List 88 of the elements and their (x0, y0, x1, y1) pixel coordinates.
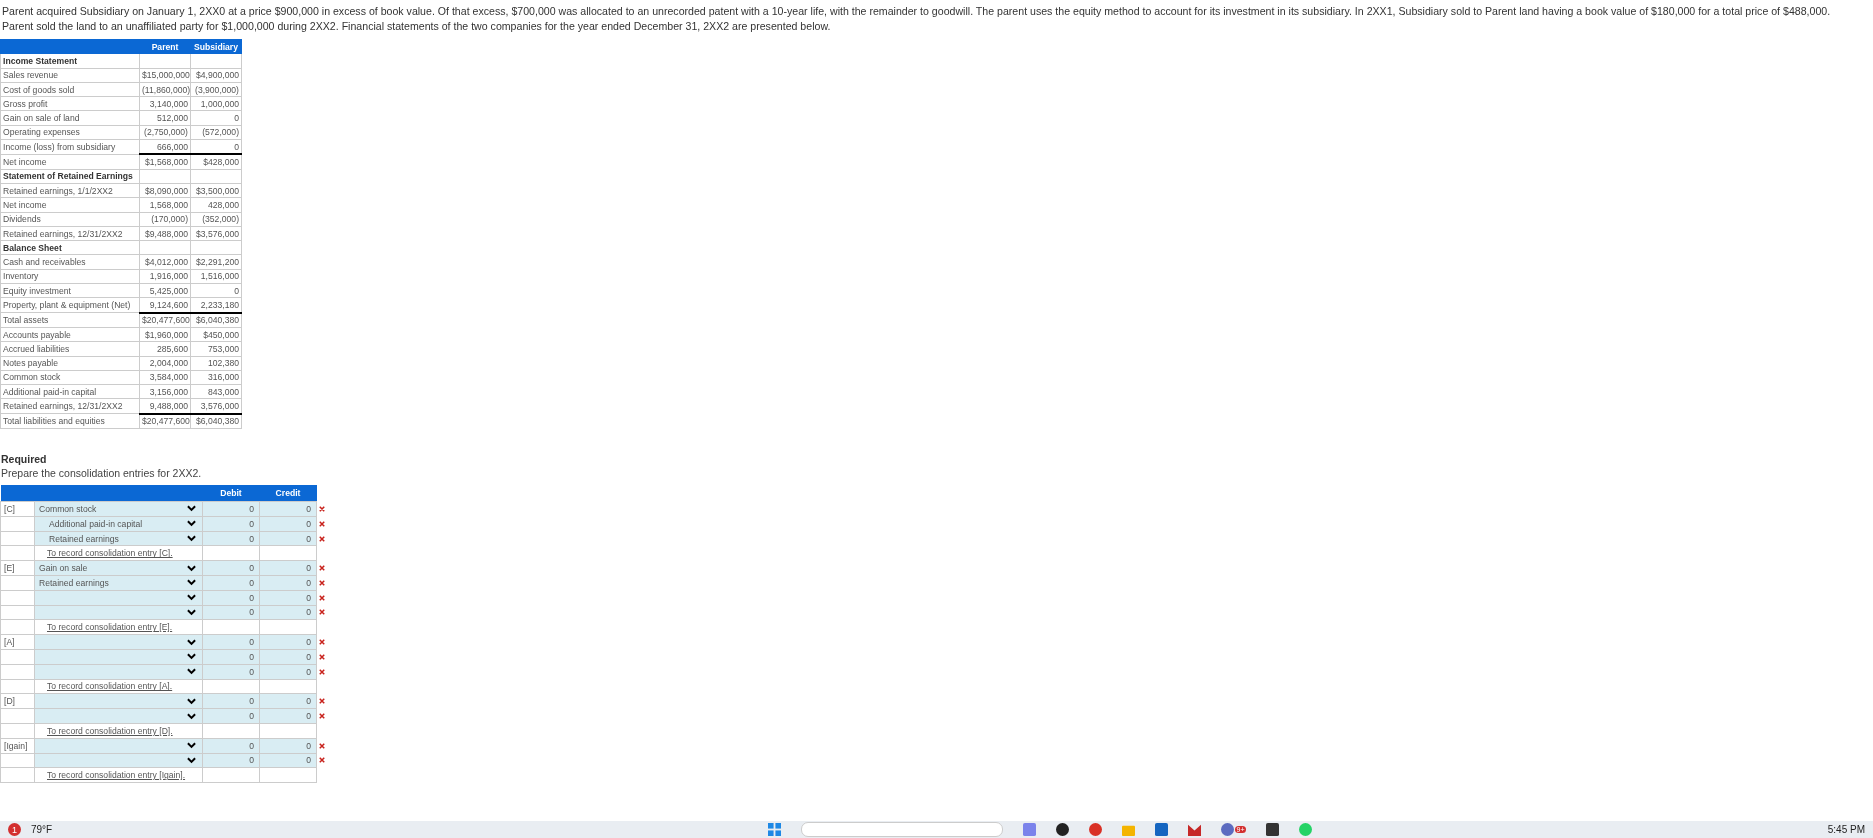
folder-icon[interactable] (1121, 823, 1135, 836)
entry-label: [C] (4, 503, 15, 514)
table-cell: $6,040,380 (190, 312, 242, 328)
column-header: Subsidiary (190, 39, 242, 54)
row-label: Cash and receivables (0, 254, 140, 270)
table-cell: $2,291,200 (190, 254, 242, 270)
row-label: Income (loss) from subsidiary (0, 139, 140, 155)
table-cell: 3,140,000 (139, 96, 191, 111)
table-cell: $9,488,000 (139, 226, 191, 241)
table-cell: (572,000) (190, 125, 242, 140)
table-cell: (170,000) (139, 212, 191, 227)
table-cell: 1,568,000 (139, 197, 191, 213)
row-label: Net income (0, 197, 140, 213)
windows-icon[interactable] (767, 823, 781, 836)
table-cell: (2,750,000) (139, 125, 191, 140)
table-cell: 753,000 (190, 341, 242, 357)
row-label: Common stock (0, 370, 140, 385)
app-icon[interactable] (1266, 823, 1280, 836)
table-cell: $3,500,000 (190, 183, 242, 198)
row-label: Property, plant & equipment (Net) (0, 297, 140, 313)
table-cell: $4,900,000 (190, 68, 242, 83)
row-label: Accounts payable (0, 327, 140, 342)
row-label: Gross profit (0, 96, 140, 111)
column-header: Credit (259, 485, 317, 502)
problem-text: Parent acquired Subsidiary on January 1, 2XX0 at a price $900,000 in excess of book value. Of that excess, $700,000 was allocated to an unrecorded patent with a 10-year life, with the remainder to goodwill. The parent uses the equity method to account for its investment in its subsidiary. In 2XX1, Subsidiary sold to Parent land having a book value of $180,000 for a total price of $488,000. Parent sold the land to an unaffiliated party for $1,000,000 during 2XX2. Financial statements of the two companies for the year ended December 31, 2XX2 are presented below. (2, 4, 1832, 34)
section-heading: Balance Sheet (0, 240, 140, 255)
table-cell: 1,000,000 (190, 96, 242, 111)
table-cell: $450,000 (190, 327, 242, 342)
row-label: Retained earnings, 12/31/2XX2 (0, 226, 140, 241)
temperature-text: 79°F (31, 824, 53, 835)
table-cell: $20,477,600 (139, 413, 191, 429)
entry-label: [A] (4, 637, 15, 648)
table-cell: (3,900,000) (190, 82, 242, 97)
table-cell: 0 (190, 283, 242, 298)
table-cell: 2,004,000 (139, 356, 191, 371)
clock-text: 5:45 PM (1827, 824, 1865, 835)
table-cell: 0 (190, 111, 242, 126)
weather-badge[interactable]: 1 (8, 823, 21, 836)
table-cell: $20,477,600 (139, 312, 191, 328)
table-cell: 428,000 (190, 197, 242, 213)
row-label: Dividends (0, 212, 140, 227)
entry-label: [D] (4, 696, 15, 707)
entry-label: [Igain] (4, 740, 28, 751)
table-cell: 1,916,000 (139, 269, 191, 284)
header-cell (0, 485, 35, 502)
table-cell: $1,960,000 (139, 327, 191, 342)
row-label: Accrued liabilities (0, 341, 140, 357)
table-cell: $428,000 (190, 154, 242, 170)
table-cell: $15,000,000 (139, 68, 191, 83)
table-cell: 5,425,000 (139, 283, 191, 298)
entry-label: [E] (4, 563, 15, 574)
row-label: Total liabilities and equities (0, 413, 140, 429)
app-icon[interactable] (1055, 823, 1069, 836)
row-label: Inventory (0, 269, 140, 284)
column-header: Parent (139, 39, 191, 54)
table-cell: $1,568,000 (139, 154, 191, 170)
row-label: Total assets (0, 312, 140, 328)
row-label: Notes payable (0, 356, 140, 371)
row-label: Operating expenses (0, 125, 140, 140)
table-cell: 316,000 (190, 370, 242, 385)
table-cell: 1,516,000 (190, 269, 242, 284)
mail-icon[interactable] (1187, 823, 1201, 836)
table-cell: 102,380 (190, 356, 242, 371)
section-heading: Income Statement (0, 53, 140, 69)
required-heading: Required (1, 453, 48, 465)
row-label: Sales revenue (0, 68, 140, 83)
table-cell: 3,156,000 (139, 384, 191, 399)
row-label: Net income (0, 154, 140, 170)
table-cell: 512,000 (139, 111, 191, 126)
row-label: Retained earnings, 1/1/2XX2 (0, 183, 140, 198)
table-cell: $3,576,000 (190, 226, 242, 241)
table-cell: (352,000) (190, 212, 242, 227)
row-label: Gain on sale of land (0, 111, 140, 126)
search-field[interactable] (800, 822, 1003, 837)
row-label: Equity investment (0, 283, 140, 298)
table-cell: 3,584,000 (139, 370, 191, 385)
table-cell: $4,012,000 (139, 254, 191, 270)
column-header: Debit (202, 485, 260, 502)
row-label: Retained earnings, 12/31/2XX2 (0, 398, 140, 414)
row-label: Cost of goods sold (0, 82, 140, 97)
row-label: Additional paid-in capital (0, 384, 140, 399)
table-cell: (11,860,000) (139, 82, 191, 97)
table-cell: 285,600 (139, 341, 191, 357)
table-cell: 843,000 (190, 384, 242, 399)
table-cell: $6,040,380 (190, 413, 242, 429)
table-cell: $8,090,000 (139, 183, 191, 198)
instruction-text: Prepare the consolidation entries for 2XX2. (1, 467, 203, 479)
section-heading: Statement of Retained Earnings (0, 169, 140, 184)
